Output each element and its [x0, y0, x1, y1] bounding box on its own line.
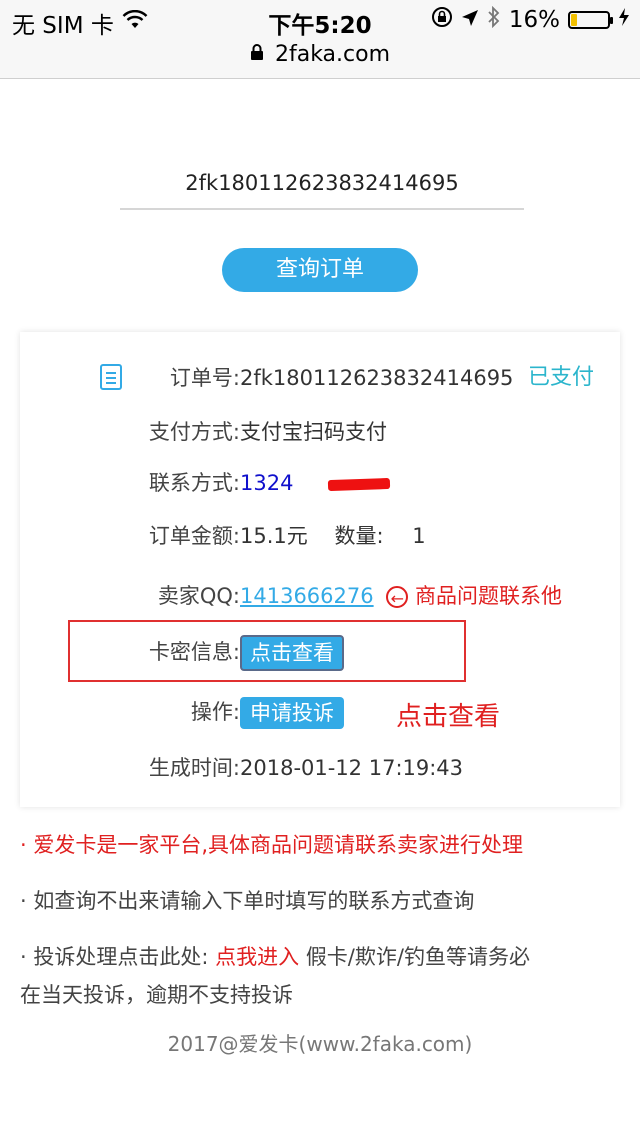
contact-label: 联系方式: — [148, 471, 240, 495]
complaint-enter-link[interactable]: 点我进入 — [215, 945, 299, 969]
amount-text: 15.1元 — [240, 524, 308, 548]
status-bar: 无 SIM 卡 下午5:20 16% — [0, 0, 640, 40]
action-label: 操作: — [190, 700, 240, 724]
seller-qq-row: 卖家QQ: 1413666276 ← 商品问题联系他 — [20, 576, 620, 616]
note-complaint: · 投诉处理点击此处: 点我进入 假卡/欺诈/钓鱼等请务必 在当天投诉，逾期不支… — [20, 938, 620, 1014]
amount-label: 订单金额: — [148, 524, 240, 548]
action-value: 申请投诉 — [240, 692, 344, 732]
amount-value: 15.1元 数量: 1 — [240, 516, 426, 556]
note-complaint-prefix: · 投诉处理点击此处: — [20, 945, 209, 969]
battery-icon — [568, 11, 613, 29]
created-time-label: 生成时间: — [148, 756, 240, 780]
address-bar[interactable]: 2faka.com — [0, 40, 640, 79]
seller-qq-label: 卖家QQ: — [157, 584, 240, 608]
complain-button[interactable]: 申请投诉 — [240, 697, 344, 729]
order-number-label: 订单号: — [169, 366, 240, 390]
contact-value[interactable]: 1324 — [240, 463, 293, 503]
rotation-lock-icon — [431, 6, 453, 34]
payment-method-value: 支付宝扫码支付 — [240, 420, 387, 444]
query-order-button[interactable]: 查询订单 — [222, 248, 418, 292]
order-number-input[interactable] — [120, 158, 524, 210]
charging-bolt-icon — [618, 7, 630, 33]
note-complaint-suffix: 假卡/欺诈/钓鱼等请务必 — [305, 945, 530, 969]
created-time-value: 2018-01-12 17:19:43 — [240, 756, 464, 780]
note-platform: · 爱发卡是一家平台,具体商品问题请联系卖家进行处理 — [20, 833, 524, 857]
highlight-annotation-box — [68, 620, 466, 682]
seller-qq-annotation: 商品问题联系他 — [414, 584, 562, 608]
lock-icon — [250, 40, 264, 70]
location-arrow-icon — [461, 7, 479, 33]
created-time-row: 生成时间: 2018-01-12 17:19:43 — [20, 748, 620, 788]
note-complaint-suffix-2: 在当天投诉，逾期不支持投诉 — [20, 983, 293, 1007]
bluetooth-icon — [487, 5, 501, 34]
order-detail-card: 订单号: 2fk180112623832414695 已支付 支付方式: 支付宝… — [20, 332, 620, 807]
arrow-left-circle-icon: ← — [386, 586, 409, 608]
seller-qq-value: 1413666276 ← 商品问题联系他 — [240, 576, 562, 616]
quantity-value: 1 — [412, 524, 426, 548]
amount-row: 订单金额: 15.1元 数量: 1 — [20, 516, 620, 556]
redaction-mark — [327, 477, 391, 492]
order-number-row: 订单号: 2fk180112623832414695 已支付 — [20, 358, 620, 398]
url-text: 2faka.com — [274, 42, 391, 67]
footer-copyright: 2017@爱发卡(www.2faka.com) — [167, 1032, 473, 1056]
note-query-hint: · 如查询不出来请输入下单时填写的联系方式查询 — [20, 889, 475, 913]
order-number-value: 2fk180112623832414695 — [240, 366, 514, 390]
seller-qq-link[interactable]: 1413666276 — [240, 584, 374, 608]
contact-row: 联系方式: 1324 — [20, 463, 620, 503]
document-icon — [100, 364, 122, 390]
payment-status-badge: 已支付 — [528, 365, 595, 390]
view-annotation: 点击查看 — [396, 702, 501, 732]
battery-level — [571, 14, 577, 26]
battery-percent: 16% — [508, 7, 560, 33]
payment-method-label: 支付方式: — [148, 420, 240, 444]
action-row: 操作: 申请投诉 — [20, 692, 620, 732]
payment-method-row: 支付方式: 支付宝扫码支付 — [20, 412, 620, 452]
quantity-label: 数量: — [334, 524, 384, 548]
